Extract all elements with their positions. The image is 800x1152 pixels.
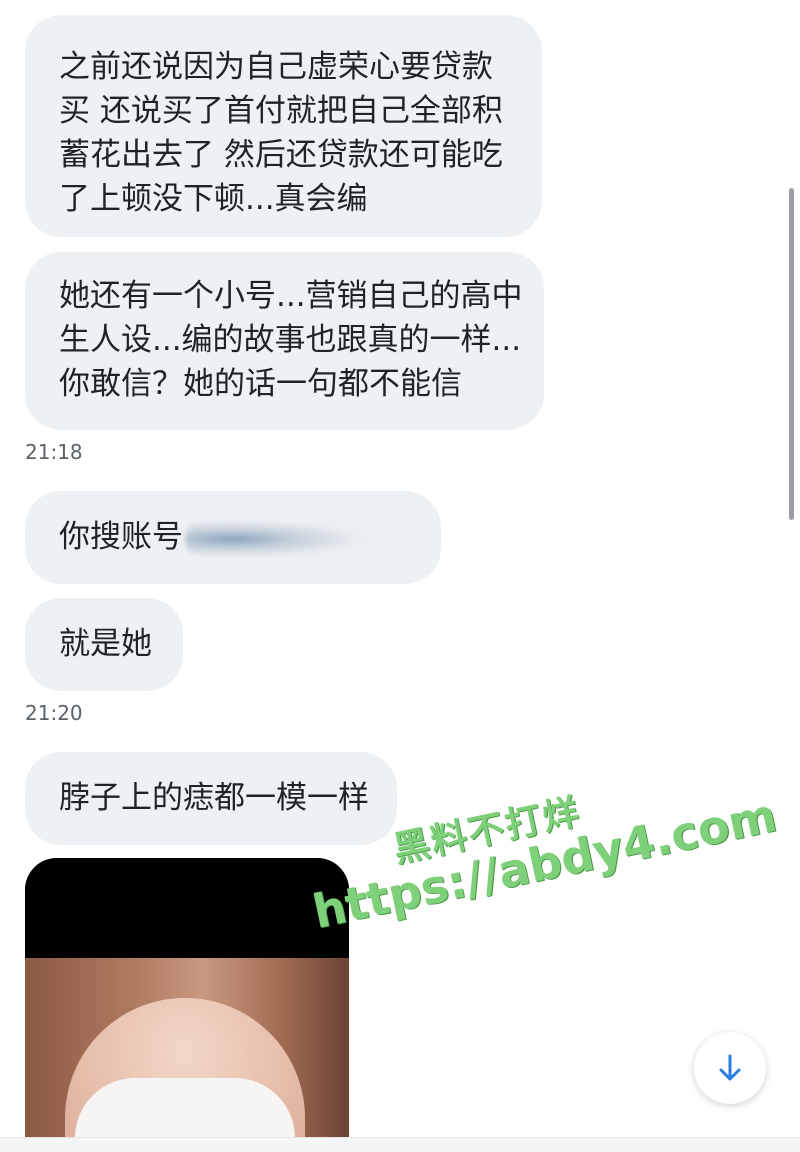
message-line: 她还有一个小号...营销自己的高中 [59, 278, 523, 314]
message-timestamp: 21:20 [25, 701, 83, 725]
bottom-edge-bar [0, 1137, 800, 1152]
message-bubble: 她还有一个小号...营销自己的高中 生人设...编的故事也跟真的一样... 你敢… [25, 252, 544, 430]
image-message[interactable] [25, 858, 349, 1152]
message-text: 脖子上的痣都一模一样 [59, 780, 369, 816]
message-bubble: 就是她 [25, 598, 183, 691]
message-line: 你搜账号 [59, 515, 407, 559]
message-bubble: 之前还说因为自己虚荣心要贷款 买 还说买了首付就把自己全部积 蓄花出去了 然后还… [25, 15, 542, 237]
message-bubble: 脖子上的痣都一模一样 [25, 752, 397, 845]
arrow-down-icon [717, 1053, 743, 1083]
image-photo [25, 958, 349, 1152]
message-line: 买 还说买了首付就把自己全部积 [59, 93, 503, 129]
redacted-account-blur [185, 518, 375, 559]
image-letterbox [25, 858, 349, 958]
scrollbar-thumb[interactable] [789, 188, 794, 520]
message-text: 就是她 [59, 626, 152, 662]
scroll-to-bottom-button[interactable] [694, 1032, 766, 1104]
message-text: 你搜账号 [59, 519, 183, 555]
message-timestamp: 21:18 [25, 440, 83, 464]
message-line: 你敢信？她的话一句都不能信 [59, 366, 462, 402]
message-bubble: 你搜账号 [25, 491, 441, 584]
message-line: 蓄花出去了 然后还贷款还可能吃 [59, 137, 503, 173]
message-line: 之前还说因为自己虚荣心要贷款 [59, 49, 493, 85]
message-line: 了上顿没下顿...真会编 [59, 181, 368, 217]
message-line: 生人设...编的故事也跟真的一样... [59, 322, 522, 358]
chat-screen: 之前还说因为自己虚荣心要贷款 买 还说买了首付就把自己全部积 蓄花出去了 然后还… [0, 0, 800, 1152]
